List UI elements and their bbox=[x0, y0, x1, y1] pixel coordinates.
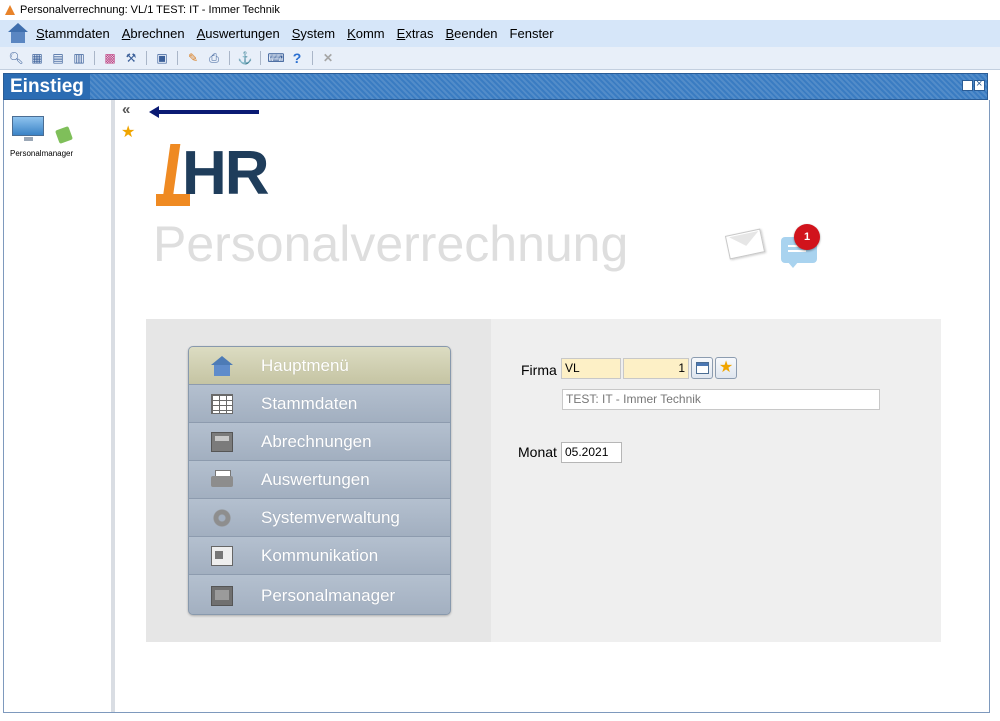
menu-item-kommunikation[interactable]: Kommunikation bbox=[189, 537, 450, 575]
sidebar-item-label: Personalmanager bbox=[10, 149, 74, 158]
arrow-indicator bbox=[149, 106, 261, 118]
keyboard-icon[interactable]: ⌨ bbox=[267, 50, 284, 66]
grid-icon[interactable]: ▦ bbox=[29, 50, 45, 66]
notification-badge: 1 bbox=[794, 224, 820, 250]
table-icon bbox=[211, 393, 233, 414]
color-grid-icon[interactable]: ▩ bbox=[102, 50, 118, 66]
personalmanager-icon bbox=[211, 585, 233, 606]
toolbar-separator bbox=[229, 51, 230, 65]
app-icon bbox=[4, 4, 16, 16]
panel-title: Einstieg bbox=[4, 74, 90, 99]
calculator-icon bbox=[211, 431, 233, 452]
toolbar-separator bbox=[94, 51, 95, 65]
window-title: Personalverrechnung: VL/1 TEST: IT - Imm… bbox=[20, 4, 280, 16]
new-document-icon[interactable]: ▤ bbox=[50, 50, 66, 66]
toolbar-separator bbox=[260, 51, 261, 65]
menu-item-systemverwaltung[interactable]: Systemverwaltung bbox=[189, 499, 450, 537]
sidebar: Personalmanager bbox=[4, 100, 115, 712]
menu-item-auswertungen[interactable]: Auswertungen bbox=[189, 461, 450, 499]
menu-item-hauptmenue[interactable]: Hauptmenü bbox=[189, 347, 450, 385]
home-icon[interactable] bbox=[6, 22, 30, 45]
user-card-icon[interactable]: ▣ bbox=[154, 50, 170, 66]
tools-icon[interactable]: ⚒ bbox=[123, 50, 139, 66]
monitor-icon bbox=[12, 116, 45, 142]
monat-label: Monat bbox=[518, 444, 557, 460]
printer-icon bbox=[211, 469, 233, 490]
print-preview-icon[interactable]: ⎙ bbox=[206, 50, 222, 66]
firma-code-field[interactable]: VL bbox=[561, 358, 621, 379]
toolbar: 🔍︎ ▦ ▤ ▥ ▩ ⚒ ▣ ✎ ⎙ ⚓ ⌨ ? ✕ bbox=[0, 47, 1000, 70]
monat-field[interactable]: 05.2021 bbox=[561, 442, 622, 463]
communication-icon bbox=[211, 545, 233, 566]
menu-fenster[interactable]: Fenster bbox=[510, 26, 554, 41]
calendar-icon bbox=[696, 362, 709, 374]
menu-abrechnen[interactable]: Abrechnen bbox=[122, 26, 185, 41]
money-icon bbox=[55, 126, 73, 144]
home-icon bbox=[211, 355, 233, 376]
menu-komm[interactable]: Komm bbox=[347, 26, 385, 41]
menu-system[interactable]: System bbox=[292, 26, 335, 41]
firma-name-field: TEST: IT - Immer Technik bbox=[562, 389, 880, 410]
menu-item-personalmanager[interactable]: Personalmanager bbox=[189, 575, 450, 614]
menubar: Stammdaten Abrechnen Auswertungen System… bbox=[0, 20, 1000, 47]
help-icon[interactable]: ? bbox=[289, 50, 305, 66]
product-title: Personalverrechnung bbox=[153, 216, 629, 272]
mail-icon[interactable] bbox=[724, 228, 766, 260]
window-titlebar: Personalverrechnung: VL/1 TEST: IT - Imm… bbox=[0, 0, 1000, 20]
main-menu: Hauptmenü Stammdaten Abrechnungen Auswer… bbox=[188, 346, 451, 615]
menu-item-abrechnungen[interactable]: Abrechnungen bbox=[189, 423, 450, 461]
toolbar-separator bbox=[177, 51, 178, 65]
close-icon[interactable]: ✕ bbox=[320, 50, 336, 66]
favorite-star-button[interactable]: ★ bbox=[715, 357, 737, 379]
collapse-sidebar-icon[interactable]: « bbox=[122, 101, 130, 118]
search-icon[interactable]: 🔍︎ bbox=[8, 50, 24, 66]
toolbar-separator bbox=[312, 51, 313, 65]
menu-item-stammdaten[interactable]: Stammdaten bbox=[189, 385, 450, 423]
firma-label: Firma bbox=[521, 362, 557, 378]
menu-beenden[interactable]: Beenden bbox=[445, 26, 497, 41]
menu-stammdaten[interactable]: Stammdaten bbox=[36, 26, 110, 41]
document-icon[interactable]: ▥ bbox=[71, 50, 87, 66]
gear-icon bbox=[211, 507, 233, 528]
favorites-star-icon[interactable]: ★ bbox=[121, 122, 135, 142]
maximize-icon[interactable] bbox=[962, 80, 973, 91]
lhr-logo: HR bbox=[156, 139, 276, 210]
edit-icon[interactable]: ✎ bbox=[185, 50, 201, 66]
close-panel-icon[interactable] bbox=[974, 78, 985, 91]
anchor-icon[interactable]: ⚓ bbox=[237, 50, 253, 66]
calendar-button[interactable] bbox=[691, 357, 713, 379]
menu-auswertungen[interactable]: Auswertungen bbox=[197, 26, 280, 41]
panel-header: Einstieg bbox=[3, 73, 988, 100]
toolbar-separator bbox=[146, 51, 147, 65]
menu-extras[interactable]: Extras bbox=[397, 26, 434, 41]
firma-number-field[interactable]: 1 bbox=[623, 358, 689, 379]
